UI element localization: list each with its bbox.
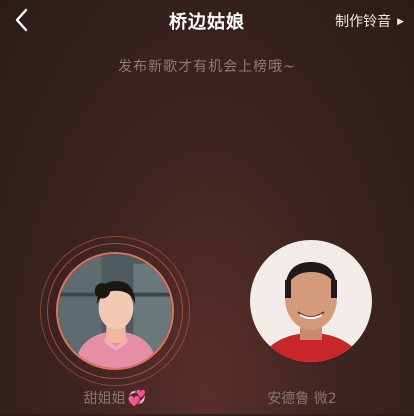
singer-name: 安德鲁 微2 — [267, 391, 337, 407]
make-ringtone-button[interactable]: 制作铃音 ▶ — [335, 11, 404, 31]
singer-card-2[interactable]: 安德鲁 微2 — [217, 236, 387, 416]
triangle-right-icon: ▶ — [397, 17, 404, 27]
avatar-container — [40, 236, 190, 386]
avatar-image — [250, 240, 372, 362]
singer-name-text: 甜姐姐 — [83, 391, 126, 407]
singer-card-1[interactable]: 甜姐姐 💞 — [30, 236, 200, 416]
make-ringtone-label: 制作铃音 — [335, 14, 392, 30]
avatar-container — [227, 236, 377, 386]
nav-bar: 桥边姑娘 制作铃音 ▶ — [0, 0, 414, 40]
singer-name: 甜姐姐 💞 — [30, 388, 200, 408]
avatar[interactable] — [250, 240, 372, 362]
avatar[interactable] — [56, 252, 174, 370]
avatar-image — [58, 254, 172, 368]
hint-text: 发布新歌才有机会上榜哦~ — [118, 59, 296, 75]
heart-emoji-icon: 💞 — [127, 389, 147, 407]
